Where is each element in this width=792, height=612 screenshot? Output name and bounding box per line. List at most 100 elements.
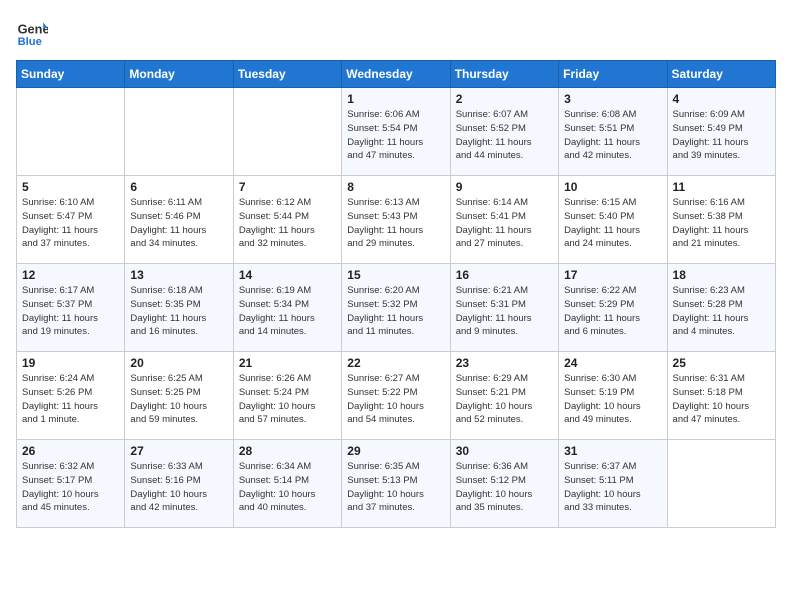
day-number: 24 <box>564 356 661 370</box>
day-number: 12 <box>22 268 119 282</box>
day-number: 27 <box>130 444 227 458</box>
day-number: 20 <box>130 356 227 370</box>
day-info: Sunrise: 6:31 AMSunset: 5:18 PMDaylight:… <box>673 372 770 427</box>
calendar-cell: 16 Sunrise: 6:21 AMSunset: 5:31 PMDayligh… <box>450 264 558 352</box>
calendar-cell: 7Sunrise: 6:12 AMSunset: 5:44 PMDaylight… <box>233 176 341 264</box>
day-info: Sunrise: 6:13 AMSunset: 5:43 PMDaylight:… <box>347 196 444 251</box>
calendar-cell: 9Sunrise: 6:14 AMSunset: 5:41 PMDaylight… <box>450 176 558 264</box>
day-number: 2 <box>456 92 553 106</box>
day-info: Sunrise: 6:16 AMSunset: 5:38 PMDaylight:… <box>673 196 770 251</box>
calendar-cell: 31 Sunrise: 6:37 AMSunset: 5:11 PMDayligh… <box>559 440 667 528</box>
header-saturday: Saturday <box>667 61 775 88</box>
calendar-cell: 22Sunrise: 6:27 AMSunset: 5:22 PMDayligh… <box>342 352 450 440</box>
calendar-cell: 18 Sunrise: 6:23 AMSunset: 5:28 PMDayligh… <box>667 264 775 352</box>
day-info: Sunrise: 6:33 AMSunset: 5:16 PMDaylight:… <box>130 460 227 515</box>
day-number: 10 <box>564 180 661 194</box>
day-info: Sunrise: 6:14 AMSunset: 5:41 PMDaylight:… <box>456 196 553 251</box>
calendar-cell: 3 Sunrise: 6:08 AMSunset: 5:51 PMDaylight… <box>559 88 667 176</box>
day-number: 18 <box>673 268 770 282</box>
day-number: 19 <box>22 356 119 370</box>
day-info: Sunrise: 6:25 AMSunset: 5:25 PMDaylight:… <box>130 372 227 427</box>
day-number: 26 <box>22 444 119 458</box>
day-info: Sunrise: 6:22 AMSunset: 5:29 PMDaylight:… <box>564 284 661 339</box>
header-wednesday: Wednesday <box>342 61 450 88</box>
calendar-cell: 15 Sunrise: 6:20 AMSunset: 5:32 PMDayligh… <box>342 264 450 352</box>
day-number: 21 <box>239 356 336 370</box>
day-info: Sunrise: 6:35 AMSunset: 5:13 PMDaylight:… <box>347 460 444 515</box>
calendar-cell: 8 Sunrise: 6:13 AMSunset: 5:43 PMDaylight… <box>342 176 450 264</box>
day-number: 23 <box>456 356 553 370</box>
calendar-cell <box>233 88 341 176</box>
day-info: Sunrise: 6:18 AMSunset: 5:35 PMDaylight:… <box>130 284 227 339</box>
week-row-1: 1Sunrise: 6:06 AMSunset: 5:54 PMDaylight… <box>17 88 776 176</box>
calendar-cell: 20 Sunrise: 6:25 AMSunset: 5:25 PMDayligh… <box>125 352 233 440</box>
calendar-cell: 11Sunrise: 6:16 AMSunset: 5:38 PMDayligh… <box>667 176 775 264</box>
day-number: 14 <box>239 268 336 282</box>
week-row-2: 5 Sunrise: 6:10 AMSunset: 5:47 PMDaylight… <box>17 176 776 264</box>
day-info: Sunrise: 6:30 AMSunset: 5:19 PMDaylight:… <box>564 372 661 427</box>
calendar-cell <box>667 440 775 528</box>
day-info: Sunrise: 6:34 AMSunset: 5:14 PMDaylight:… <box>239 460 336 515</box>
weekday-header-row: SundayMondayTuesdayWednesdayThursdayFrid… <box>17 61 776 88</box>
day-info: Sunrise: 6:19 AMSunset: 5:34 PMDaylight:… <box>239 284 336 339</box>
header-sunday: Sunday <box>17 61 125 88</box>
day-info: Sunrise: 6:37 AMSunset: 5:11 PMDaylight:… <box>564 460 661 515</box>
calendar-cell: 2 Sunrise: 6:07 AMSunset: 5:52 PMDaylight… <box>450 88 558 176</box>
day-info: Sunrise: 6:09 AMSunset: 5:49 PMDaylight:… <box>673 108 770 163</box>
day-number: 15 <box>347 268 444 282</box>
calendar-cell: 4 Sunrise: 6:09 AMSunset: 5:49 PMDaylight… <box>667 88 775 176</box>
day-info: Sunrise: 6:07 AMSunset: 5:52 PMDaylight:… <box>456 108 553 163</box>
page-header: General Blue <box>16 16 776 48</box>
logo-icon: General Blue <box>16 16 48 48</box>
day-info: Sunrise: 6:11 AMSunset: 5:46 PMDaylight:… <box>130 196 227 251</box>
day-info: Sunrise: 6:15 AMSunset: 5:40 PMDaylight:… <box>564 196 661 251</box>
day-number: 3 <box>564 92 661 106</box>
calendar-cell: 30 Sunrise: 6:36 AMSunset: 5:12 PMDayligh… <box>450 440 558 528</box>
day-number: 30 <box>456 444 553 458</box>
day-info: Sunrise: 6:21 AMSunset: 5:31 PMDaylight:… <box>456 284 553 339</box>
calendar-cell: 14 Sunrise: 6:19 AMSunset: 5:34 PMDayligh… <box>233 264 341 352</box>
day-number: 16 <box>456 268 553 282</box>
day-number: 17 <box>564 268 661 282</box>
calendar-cell: 23 Sunrise: 6:29 AMSunset: 5:21 PMDayligh… <box>450 352 558 440</box>
svg-text:Blue: Blue <box>18 36 42 48</box>
calendar-cell: 21Sunrise: 6:26 AMSunset: 5:24 PMDayligh… <box>233 352 341 440</box>
day-info: Sunrise: 6:24 AMSunset: 5:26 PMDaylight:… <box>22 372 119 427</box>
day-info: Sunrise: 6:32 AMSunset: 5:17 PMDaylight:… <box>22 460 119 515</box>
calendar-cell: 6 Sunrise: 6:11 AMSunset: 5:46 PMDaylight… <box>125 176 233 264</box>
day-number: 1 <box>347 92 444 106</box>
logo: General Blue <box>16 16 48 48</box>
day-number: 4 <box>673 92 770 106</box>
day-info: Sunrise: 6:36 AMSunset: 5:12 PMDaylight:… <box>456 460 553 515</box>
day-number: 8 <box>347 180 444 194</box>
calendar-cell: 12 Sunrise: 6:17 AMSunset: 5:37 PMDayligh… <box>17 264 125 352</box>
day-number: 6 <box>130 180 227 194</box>
header-tuesday: Tuesday <box>233 61 341 88</box>
day-number: 25 <box>673 356 770 370</box>
day-info: Sunrise: 6:29 AMSunset: 5:21 PMDaylight:… <box>456 372 553 427</box>
week-row-3: 12 Sunrise: 6:17 AMSunset: 5:37 PMDayligh… <box>17 264 776 352</box>
calendar-cell <box>17 88 125 176</box>
calendar-cell: 17 Sunrise: 6:22 AMSunset: 5:29 PMDayligh… <box>559 264 667 352</box>
calendar-cell: 28Sunrise: 6:34 AMSunset: 5:14 PMDayligh… <box>233 440 341 528</box>
day-number: 5 <box>22 180 119 194</box>
day-info: Sunrise: 6:27 AMSunset: 5:22 PMDaylight:… <box>347 372 444 427</box>
calendar-cell: 10 Sunrise: 6:15 AMSunset: 5:40 PMDayligh… <box>559 176 667 264</box>
day-info: Sunrise: 6:23 AMSunset: 5:28 PMDaylight:… <box>673 284 770 339</box>
day-number: 29 <box>347 444 444 458</box>
day-info: Sunrise: 6:17 AMSunset: 5:37 PMDaylight:… <box>22 284 119 339</box>
header-monday: Monday <box>125 61 233 88</box>
day-info: Sunrise: 6:08 AMSunset: 5:51 PMDaylight:… <box>564 108 661 163</box>
week-row-5: 26 Sunrise: 6:32 AMSunset: 5:17 PMDayligh… <box>17 440 776 528</box>
header-friday: Friday <box>559 61 667 88</box>
day-info: Sunrise: 6:10 AMSunset: 5:47 PMDaylight:… <box>22 196 119 251</box>
day-number: 31 <box>564 444 661 458</box>
calendar-cell: 19 Sunrise: 6:24 AMSunset: 5:26 PMDayligh… <box>17 352 125 440</box>
header-thursday: Thursday <box>450 61 558 88</box>
calendar-cell: 29 Sunrise: 6:35 AMSunset: 5:13 PMDayligh… <box>342 440 450 528</box>
calendar-cell: 27 Sunrise: 6:33 AMSunset: 5:16 PMDayligh… <box>125 440 233 528</box>
calendar-cell: 13 Sunrise: 6:18 AMSunset: 5:35 PMDayligh… <box>125 264 233 352</box>
day-number: 13 <box>130 268 227 282</box>
day-info: Sunrise: 6:20 AMSunset: 5:32 PMDaylight:… <box>347 284 444 339</box>
calendar-cell: 1Sunrise: 6:06 AMSunset: 5:54 PMDaylight… <box>342 88 450 176</box>
